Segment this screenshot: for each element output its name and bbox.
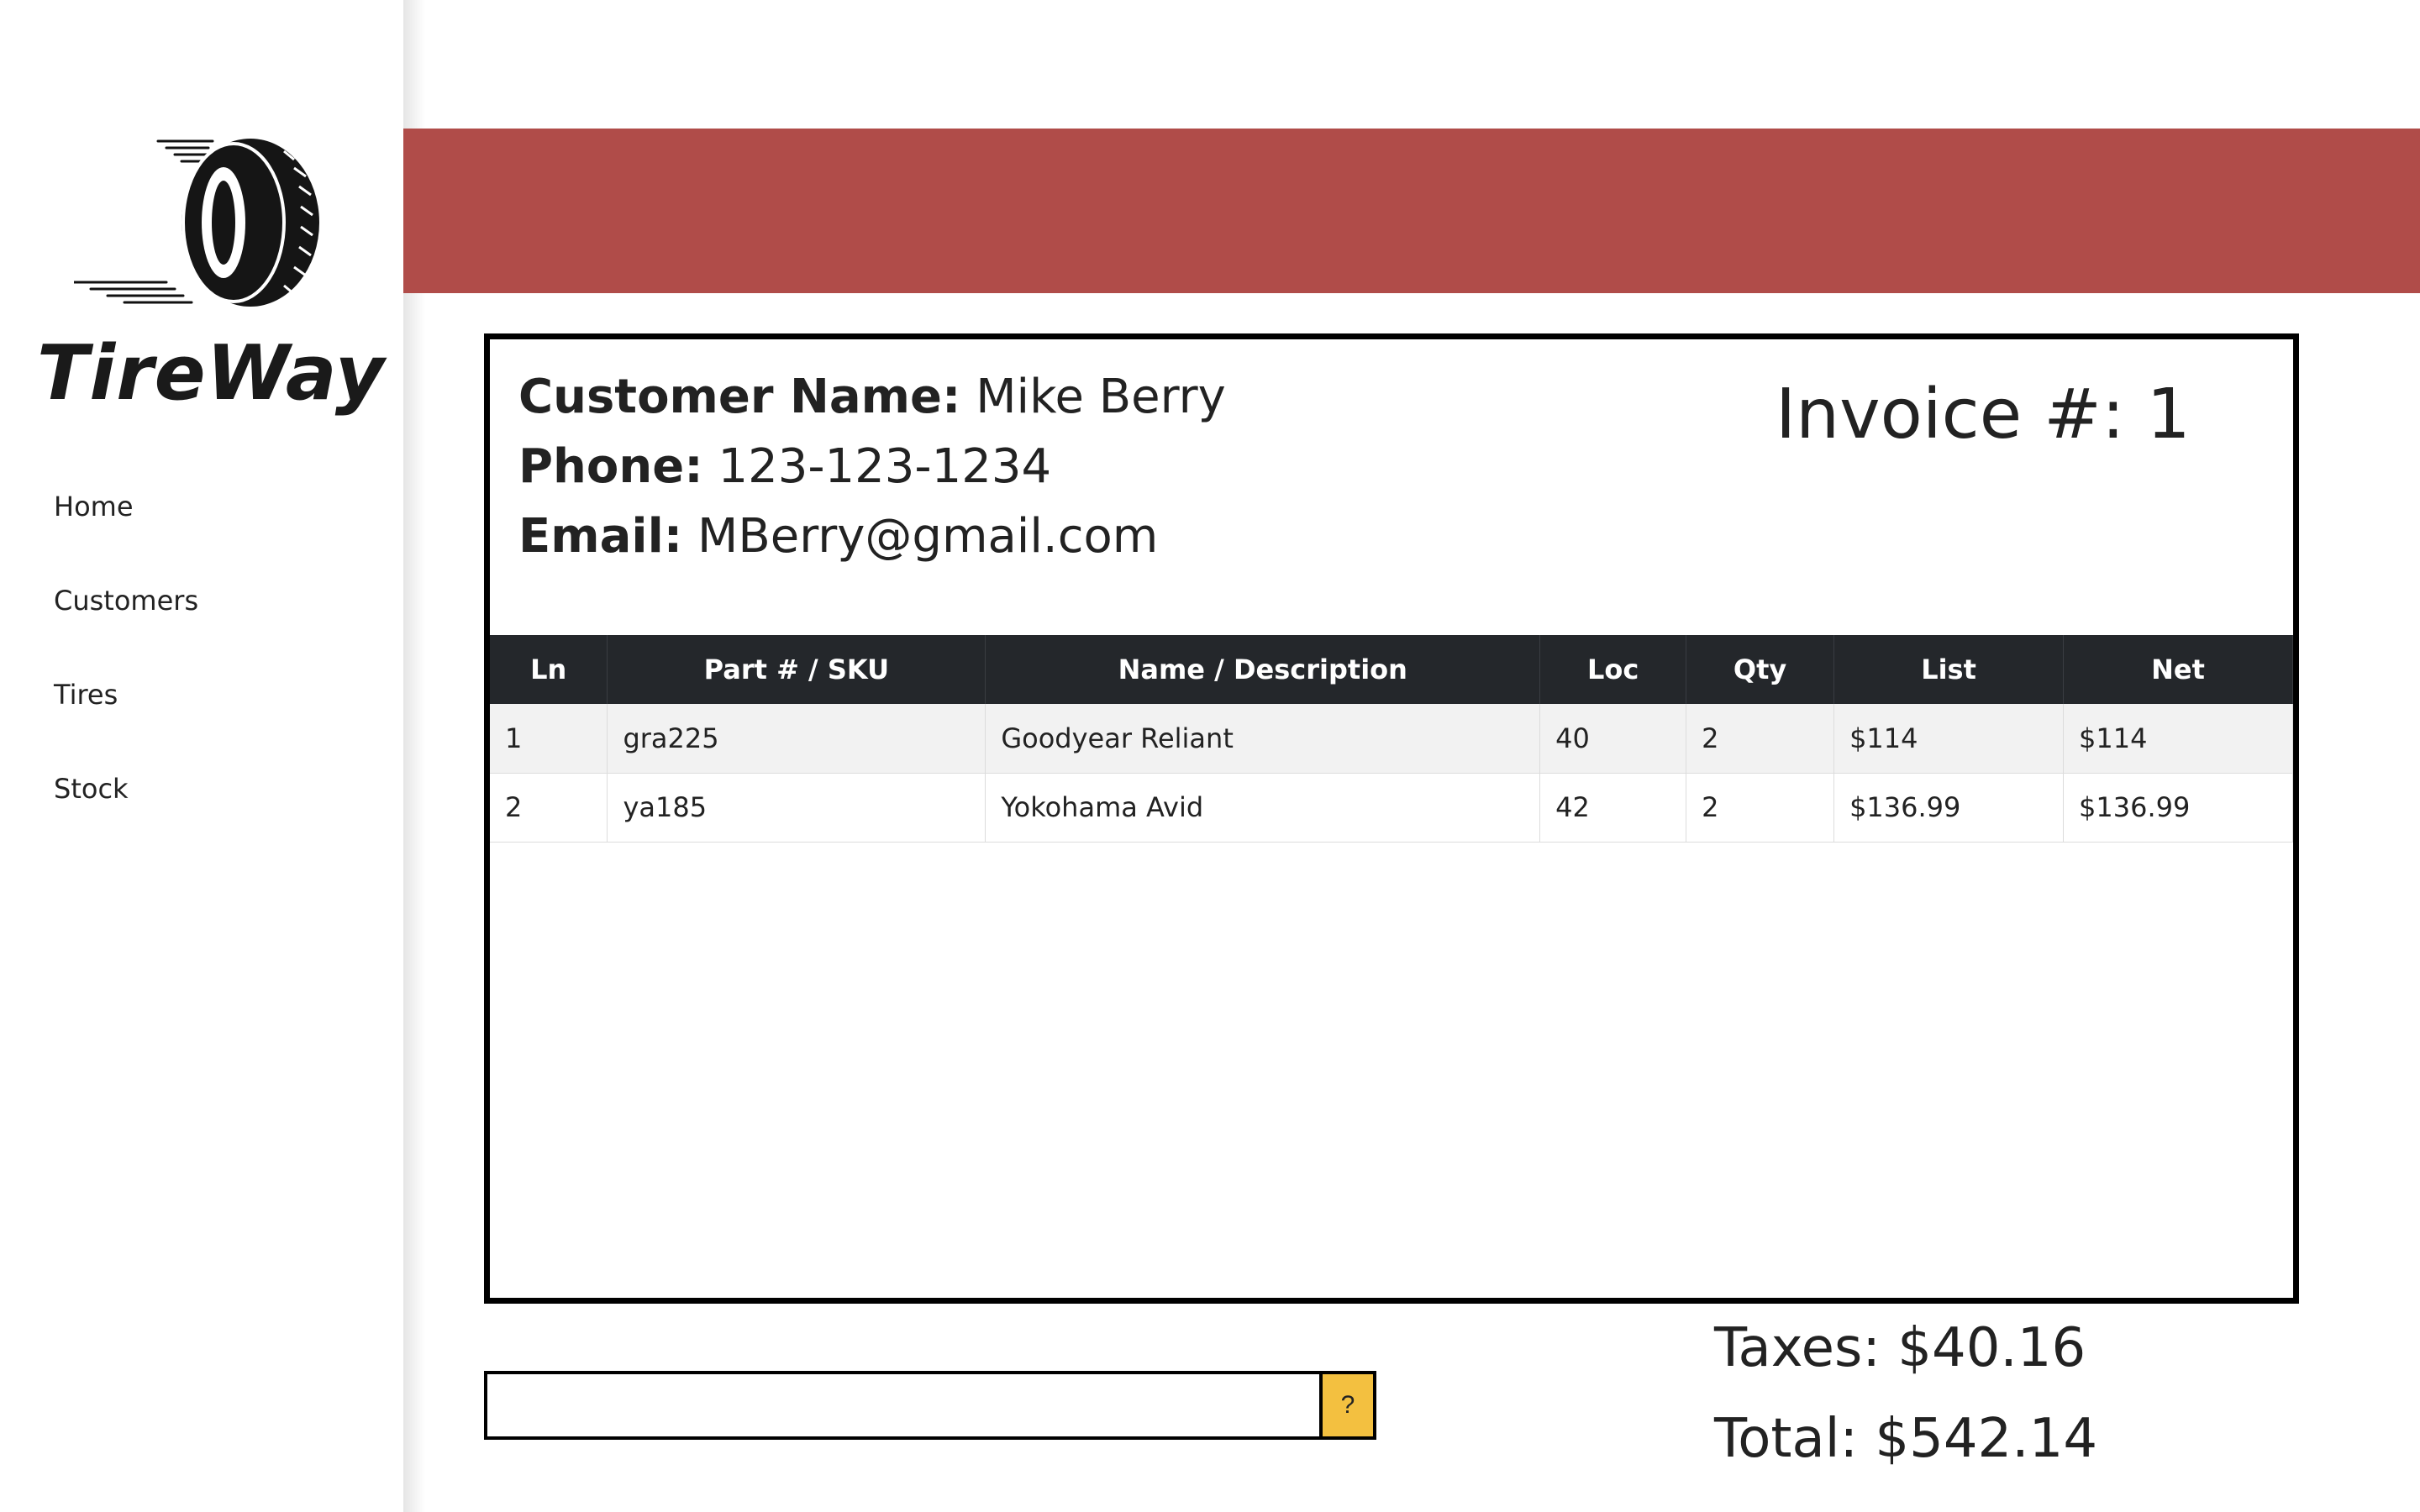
header-bar	[403, 129, 2420, 293]
item-entry-input[interactable]	[484, 1371, 1319, 1440]
column-header-qty: Qty	[1686, 635, 1835, 704]
customer-phone-line: Phone: 123-123-1234	[518, 439, 1051, 494]
brand-name: TireWay	[37, 329, 386, 417]
column-header-net: Net	[2063, 635, 2293, 704]
customer-name-line: Customer Name: Mike Berry	[518, 370, 1226, 424]
tire-icon	[74, 139, 319, 307]
cell-net: $136.99	[2063, 773, 2293, 843]
sidebar-nav: Home Customers Tires Stock	[54, 483, 198, 859]
total-amount: Total: $542.14	[1714, 1408, 2098, 1470]
cell-description: Goodyear Reliant	[985, 704, 1541, 774]
cell-qty: 2	[1686, 704, 1835, 774]
column-header-description: Name / Description	[985, 635, 1541, 704]
cell-list: $136.99	[1833, 773, 2065, 843]
table-row[interactable]: 2 ya185 Yokohama Avid 42 2 $136.99 $136.…	[490, 773, 2293, 843]
column-header-sku: Part # / SKU	[607, 635, 986, 704]
invoice-items-table: Ln Part # / SKU Name / Description Loc Q…	[490, 635, 2293, 843]
nav-item-stock[interactable]: Stock	[54, 765, 198, 859]
column-header-loc: Loc	[1539, 635, 1687, 704]
customer-email-line: Email: MBerry@gmail.com	[518, 509, 1158, 564]
column-header-list: List	[1833, 635, 2065, 704]
cell-net: $114	[2063, 704, 2293, 774]
help-button[interactable]: ?	[1319, 1371, 1376, 1440]
column-header-ln: Ln	[490, 635, 608, 704]
cell-ln: 2	[490, 773, 608, 843]
cell-list: $114	[1833, 704, 2065, 774]
sidebar: TireWay Home Customers Tires Stock	[0, 0, 403, 1512]
nav-item-home[interactable]: Home	[54, 483, 198, 577]
customer-name-label: Customer Name:	[518, 370, 961, 424]
cell-loc: 42	[1539, 773, 1687, 843]
taxes-amount: Taxes: $40.16	[1714, 1317, 2086, 1379]
cell-sku: gra225	[607, 704, 986, 774]
cell-sku: ya185	[607, 773, 986, 843]
nav-item-customers[interactable]: Customers	[54, 577, 198, 671]
cell-description: Yokohama Avid	[985, 773, 1541, 843]
table-row[interactable]: 1 gra225 Goodyear Reliant 40 2 $114 $114	[490, 704, 2293, 774]
cell-qty: 2	[1686, 773, 1835, 843]
customer-phone-label: Phone:	[518, 439, 703, 494]
customer-email-value: MBerry@gmail.com	[697, 509, 1159, 564]
nav-item-tires[interactable]: Tires	[54, 671, 198, 765]
invoice-number: Invoice #: 1	[1776, 375, 2191, 454]
cell-loc: 40	[1539, 704, 1687, 774]
customer-name-value: Mike Berry	[976, 370, 1226, 424]
customer-phone-value: 123-123-1234	[718, 439, 1052, 494]
invoice-panel: Customer Name: Mike Berry Phone: 123-123…	[484, 333, 2299, 1304]
table-header-row: Ln Part # / SKU Name / Description Loc Q…	[490, 635, 2293, 704]
customer-email-label: Email:	[518, 509, 683, 564]
cell-ln: 1	[490, 704, 608, 774]
